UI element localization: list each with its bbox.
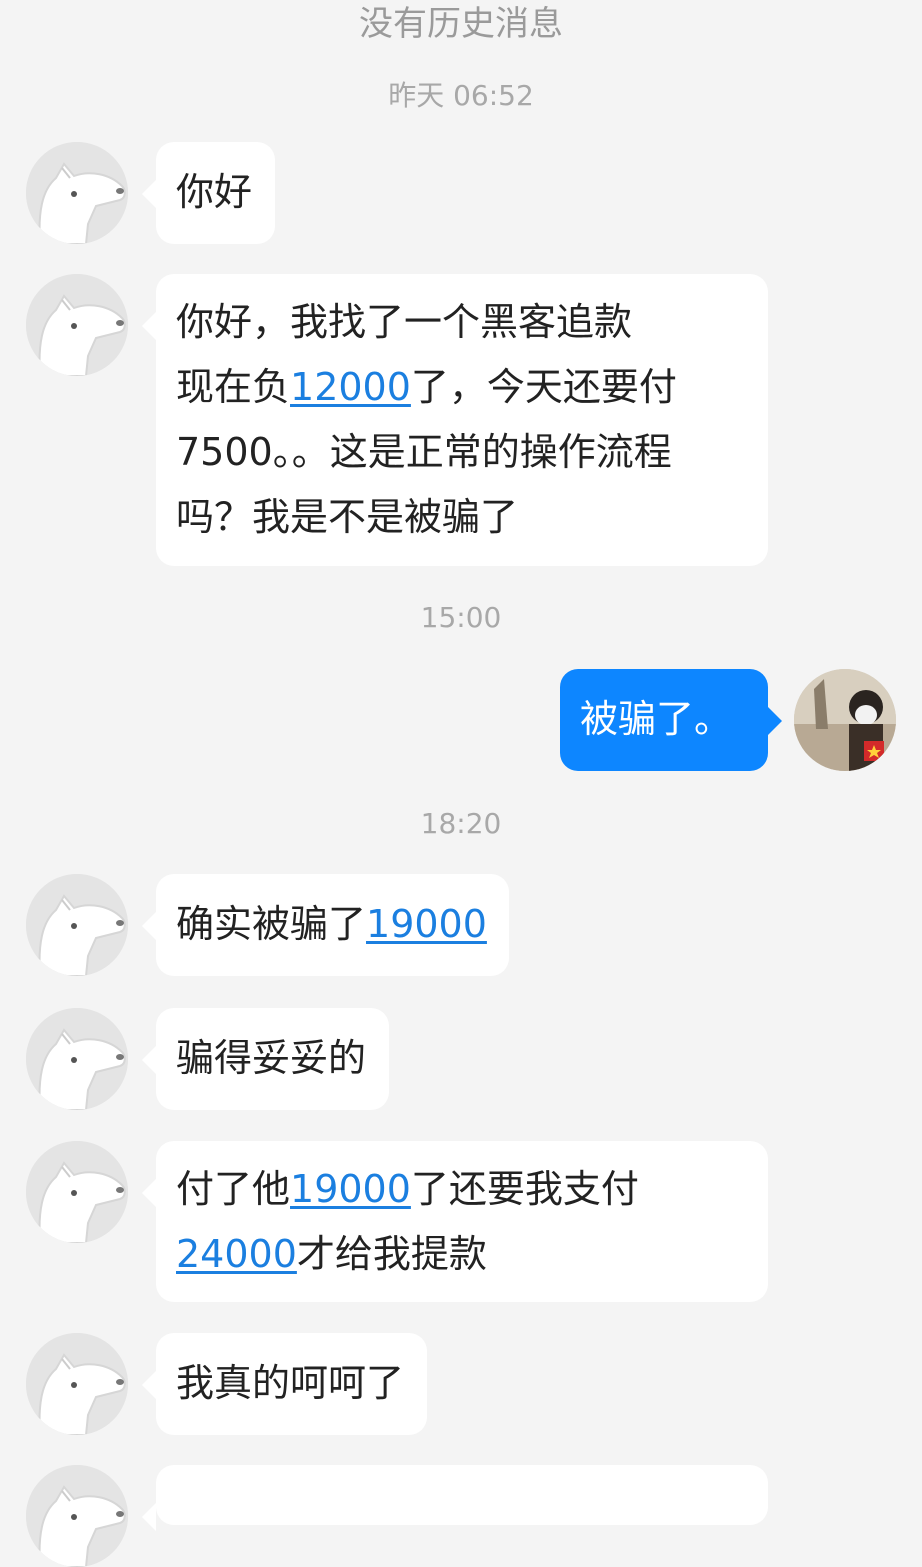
message-bubble[interactable]: 我真的呵呵了: [142, 1333, 427, 1435]
dog-avatar-icon[interactable]: [26, 274, 128, 376]
message-text: 才给我提款: [296, 1232, 487, 1276]
message-bubble-self[interactable]: 被骗了。: [560, 669, 782, 771]
message-text: 了还要我支付: [410, 1167, 639, 1211]
no-history-label: 没有历史消息: [359, 4, 563, 44]
message-line: 吗？我是不是被骗了: [176, 485, 748, 550]
phone-number-link[interactable]: 19000: [290, 1167, 411, 1211]
message-line: 现在负12000了，今天还要付: [176, 355, 748, 420]
timestamp: 昨天 06:52: [388, 79, 534, 112]
message-text: 了，今天还要付: [410, 365, 677, 409]
timestamp: 18:20: [420, 807, 502, 840]
message-line: 付了他19000了还要我支付: [176, 1157, 748, 1222]
user-photo-avatar[interactable]: [794, 669, 896, 771]
dog-avatar-icon[interactable]: [26, 142, 128, 244]
message-text: 7500。。这是正常的操作流程: [176, 430, 672, 474]
message-bubble[interactable]: 你好: [142, 142, 275, 244]
dog-avatar-icon[interactable]: [26, 874, 128, 976]
message-line: 我真的呵呵了: [176, 1351, 407, 1416]
phone-number-link[interactable]: 19000: [366, 902, 487, 946]
message-line: 骗得妥妥的: [176, 1026, 369, 1091]
message-text: 吗？我是不是被骗了: [176, 495, 519, 539]
dog-avatar-icon[interactable]: [26, 1465, 128, 1567]
message-text: 被骗了。: [580, 697, 733, 741]
message-text: 现在负: [176, 365, 291, 409]
message-bubble[interactable]: 你好，我找了一个黑客追款 现在负12000了，今天还要付 7500。。这是正常的操作…: [142, 274, 768, 566]
message-text: 骗得妥妥的: [176, 1036, 367, 1080]
message-text: 你好，我找了一个黑客追款: [176, 300, 633, 344]
timestamp: 15:00: [420, 601, 502, 634]
message-text: 付了他: [176, 1167, 291, 1211]
message-bubble[interactable]: 付了他19000了还要我支付 24000才给我提款: [142, 1141, 768, 1302]
dog-avatar-icon[interactable]: [26, 1141, 128, 1243]
message-text: 我真的呵呵了: [176, 1361, 405, 1405]
message-line: 你好: [176, 160, 255, 225]
message-line: 7500。。这是正常的操作流程: [176, 420, 748, 485]
phone-number-link[interactable]: 24000: [176, 1232, 297, 1276]
dog-avatar-icon[interactable]: [26, 1008, 128, 1110]
phone-number-link[interactable]: 12000: [290, 365, 411, 409]
message-line: 你好，我找了一个黑客追款: [176, 290, 748, 355]
message-bubble[interactable]: 骗得妥妥的: [142, 1008, 389, 1110]
message-line: 被骗了。: [580, 687, 748, 752]
message-line: 确实被骗了19000: [176, 892, 489, 957]
message-line: 24000才给我提款: [176, 1222, 748, 1287]
message-text: 你好: [176, 170, 253, 214]
message-bubble[interactable]: [142, 1465, 768, 1531]
dog-avatar-icon[interactable]: [26, 1333, 128, 1435]
message-text: 确实被骗了: [176, 902, 367, 946]
message-bubble[interactable]: 确实被骗了19000: [142, 874, 509, 976]
